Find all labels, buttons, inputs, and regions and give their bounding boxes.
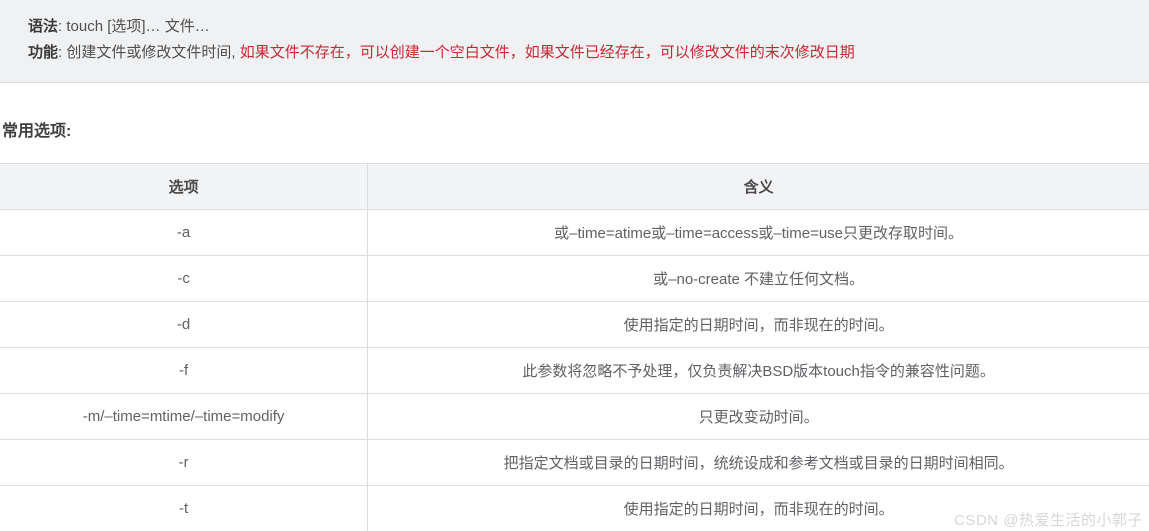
cell-option: -r [0,440,368,486]
cell-meaning: 使用指定的日期时间，而非现在的时间。 [368,302,1149,348]
cell-option: -f [0,348,368,394]
options-table: 选项 含义 -a 或–time=atime或–time=access或–time… [0,163,1149,531]
func-red-desc: 如果文件不存在，可以创建一个空白文件，如果文件已经存在，可以修改文件的末次修改日… [240,44,855,61]
info-box: 语法: touch [选项]… 文件… 功能: 创建文件或修改文件时间, 如果文… [0,0,1149,83]
table-row: -c 或–no-create 不建立任何文档。 [0,256,1149,302]
cell-meaning: 或–no-create 不建立任何文档。 [368,256,1149,302]
cell-option: -t [0,486,368,531]
cell-meaning: 把指定文档或目录的日期时间，统统设成和参考文档或目录的日期时间相同。 [368,440,1149,486]
header-meaning: 含义 [368,164,1149,210]
syntax-value: : touch [选项]… 文件… [58,18,210,35]
cell-option: -a [0,210,368,256]
cell-option: -m/–time=mtime/–time=modify [0,394,368,440]
header-option: 选项 [0,164,368,210]
syntax-label: 语法 [28,18,58,35]
table-row: -f 此参数将忽略不予处理，仅负责解决BSD版本touch指令的兼容性问题。 [0,348,1149,394]
table-row: -d 使用指定的日期时间，而非现在的时间。 [0,302,1149,348]
section-title: 常用选项: [0,117,1149,141]
syntax-line: 语法: touch [选项]… 文件… [28,14,1121,40]
cell-option: -d [0,302,368,348]
cell-meaning: 使用指定的日期时间，而非现在的时间。 [368,486,1149,531]
table-header-row: 选项 含义 [0,164,1149,210]
function-line: 功能: 创建文件或修改文件时间, 如果文件不存在，可以创建一个空白文件，如果文件… [28,40,1121,66]
func-label: 功能 [28,44,58,61]
func-value: : 创建文件或修改文件时间, [58,44,240,61]
cell-meaning: 此参数将忽略不予处理，仅负责解决BSD版本touch指令的兼容性问题。 [368,348,1149,394]
table-row: -r 把指定文档或目录的日期时间，统统设成和参考文档或目录的日期时间相同。 [0,440,1149,486]
table-row: -t 使用指定的日期时间，而非现在的时间。 [0,486,1149,531]
cell-option: -c [0,256,368,302]
table-row: -m/–time=mtime/–time=modify 只更改变动时间。 [0,394,1149,440]
table-row: -a 或–time=atime或–time=access或–time=use只更… [0,210,1149,256]
cell-meaning: 只更改变动时间。 [368,394,1149,440]
cell-meaning: 或–time=atime或–time=access或–time=use只更改存取… [368,210,1149,256]
